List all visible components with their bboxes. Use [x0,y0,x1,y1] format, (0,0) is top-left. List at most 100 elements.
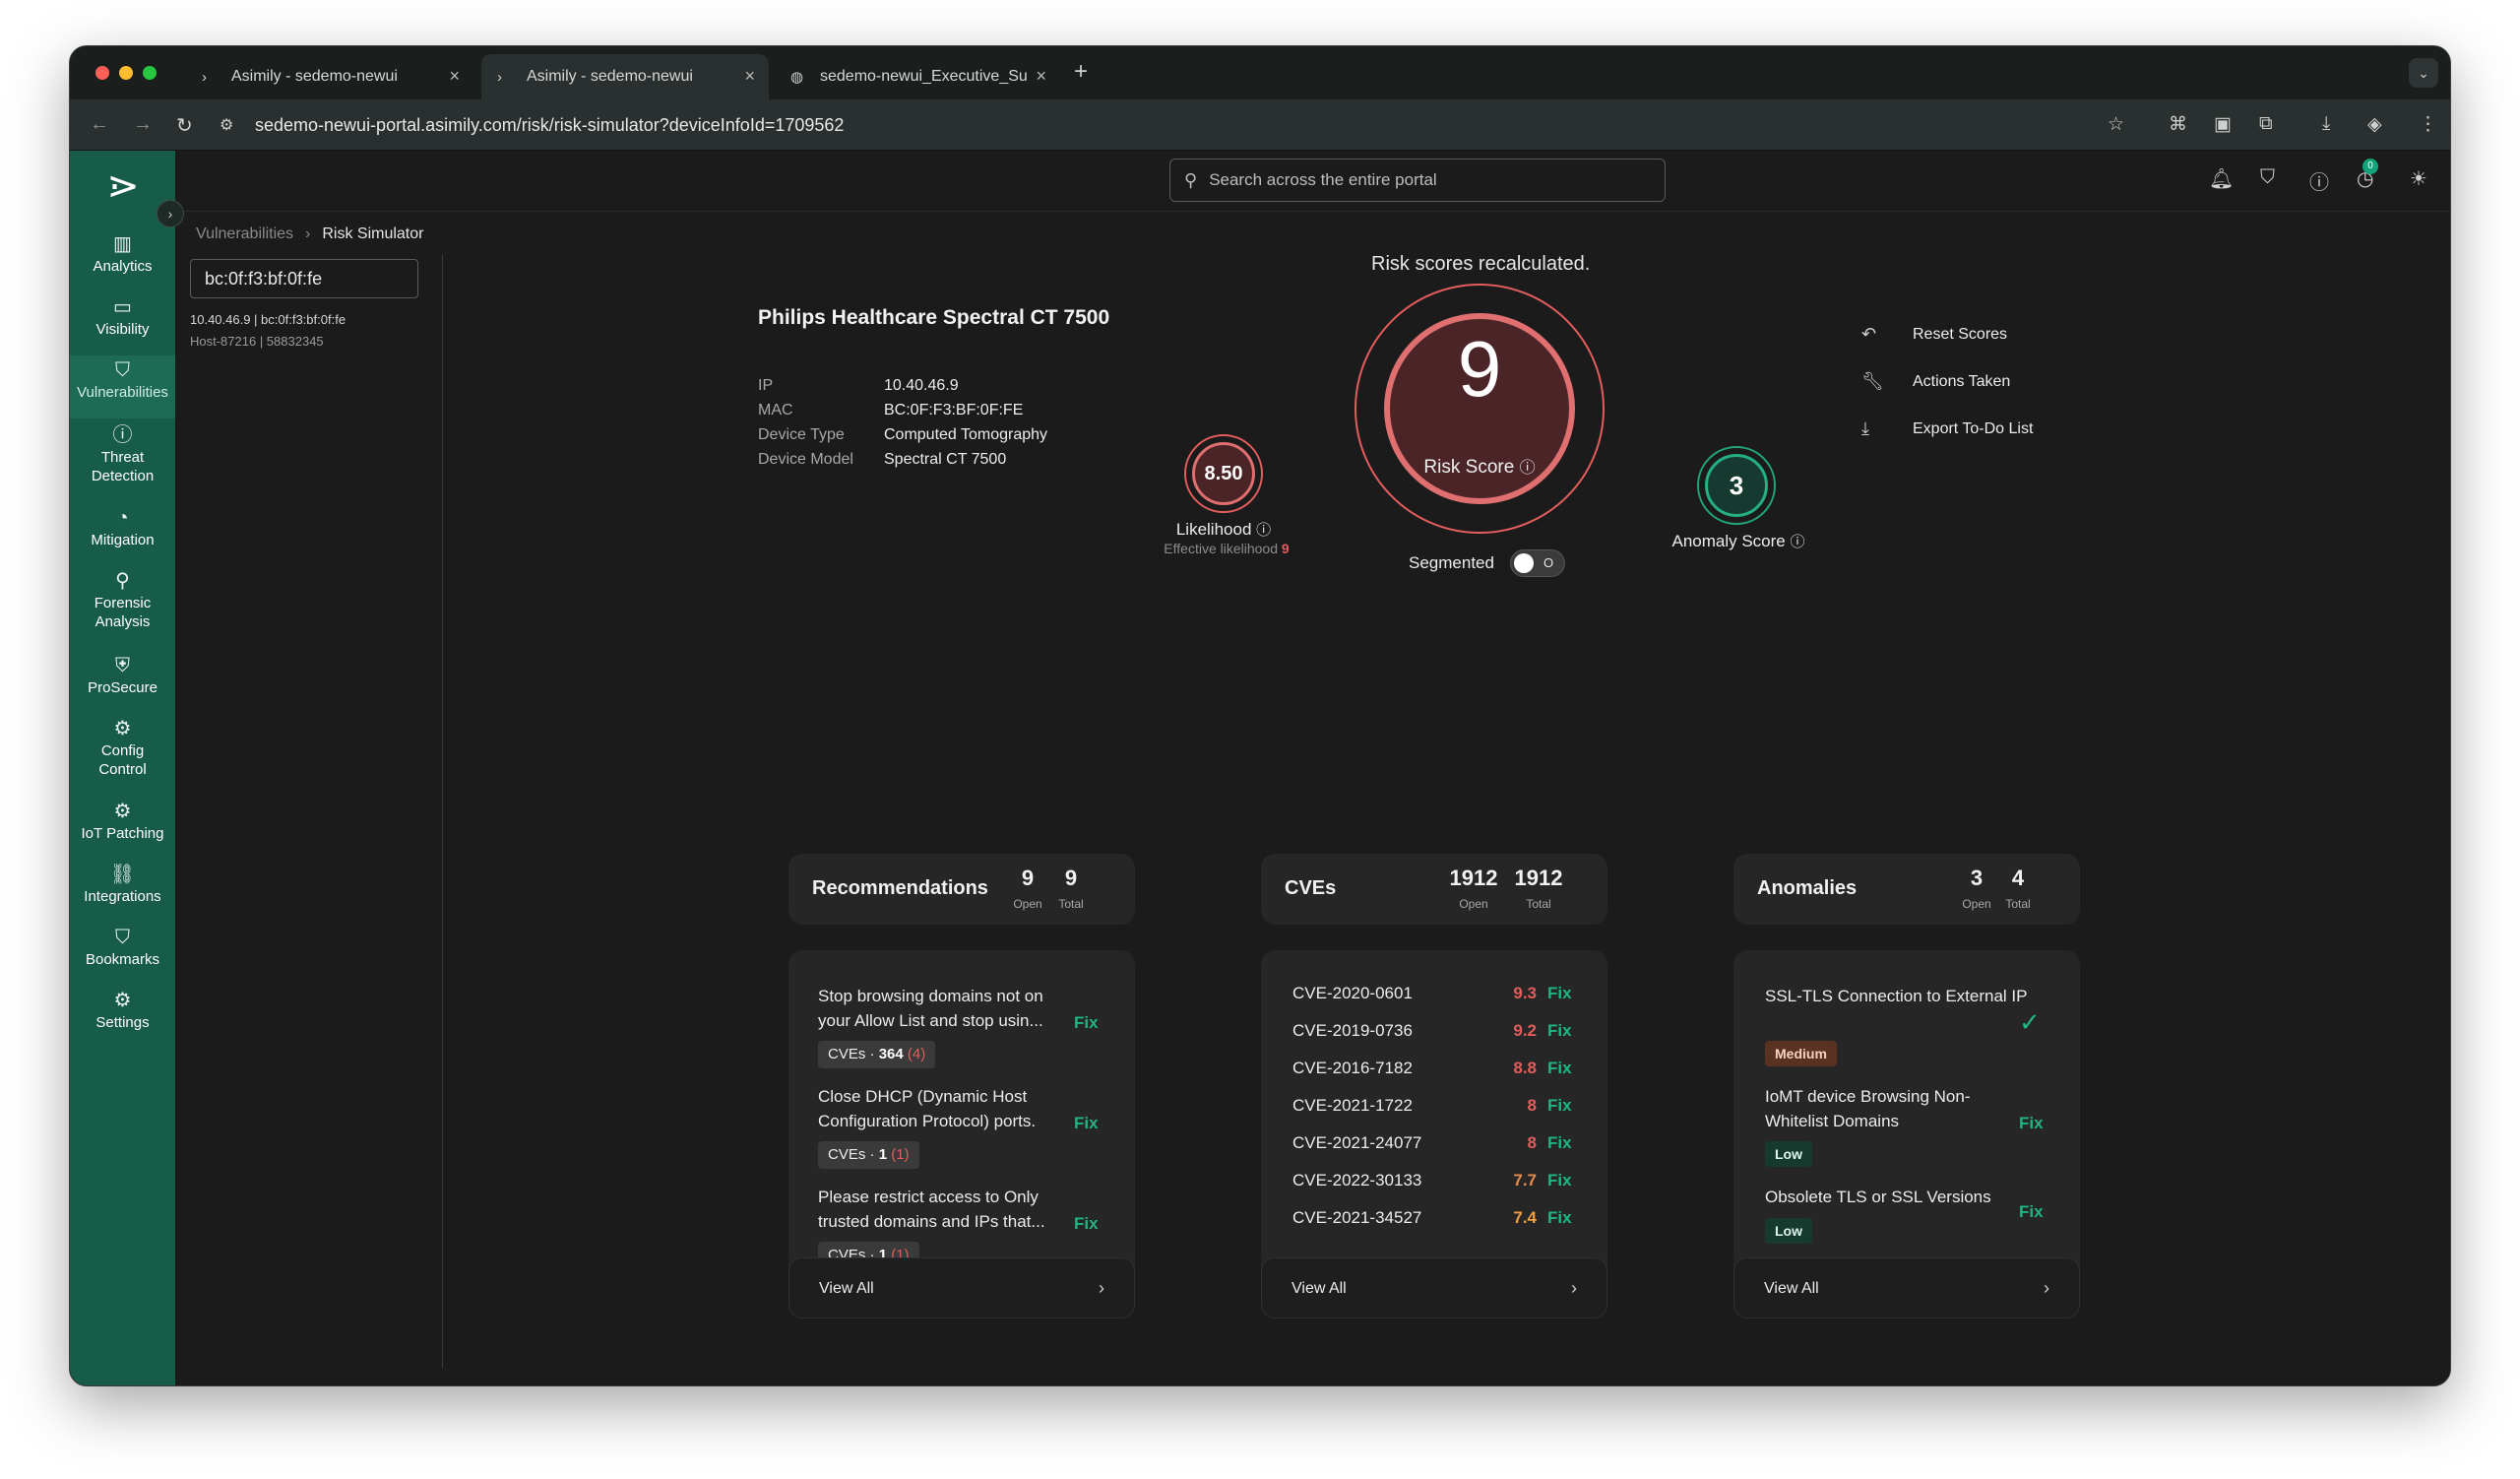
sidebar-item-threat-detection[interactable]: ⓘ Threat Detection [70,420,175,501]
view-all-recommendations-button[interactable]: View All › [788,1257,1135,1318]
actions-taken-button[interactable]: 🔧︎ Actions Taken [1861,371,2010,392]
fix-button[interactable]: Fix [1074,1214,1099,1234]
list-item[interactable]: Obsolete TLS or SSL Versions [1765,1185,2011,1209]
device-field-model: Device Model Spectral CT 7500 [758,451,1007,468]
browser-tab-3[interactable]: ◍ sedemo-newui_Executive_Su × [775,54,1060,99]
anomaly-score-label: Anomaly Score ⓘ [1671,532,1805,550]
list-item[interactable]: Close DHCP (Dynamic Host Configuration P… [818,1084,1064,1133]
device-field-ip: IP 10.40.46.9 [758,377,959,394]
fix-button[interactable]: Fix [1547,1096,1572,1116]
sidebar-item-settings[interactable]: ⚙ Settings [70,986,175,1047]
minimize-window-button[interactable] [119,66,133,80]
view-all-cves-button[interactable]: View All › [1261,1257,1607,1318]
browser-tab-1[interactable]: › Asimily - sedemo-newui × [186,54,473,99]
sidebar-item-analytics[interactable]: ▥ Analytics [70,229,175,290]
fix-button[interactable]: Fix [1547,1171,1572,1190]
reset-scores-button[interactable]: ↶ Reset Scores [1861,324,2007,345]
device-search-input[interactable]: bc:0f:f3:bf:0f:fe [190,259,418,298]
fix-button[interactable]: Fix [1547,1059,1572,1078]
sidebar-item-visibility[interactable]: ▭ Visibility [70,292,175,354]
cve-id[interactable]: CVE-2022-30133 [1292,1171,1421,1190]
sidebar-item-forensic-analysis[interactable]: ⚲ Forensic Analysis [70,566,175,647]
back-arrow-icon[interactable]: ← [90,113,109,136]
fix-button[interactable]: Fix [1074,1013,1099,1033]
fix-button[interactable]: Fix [1547,1208,1572,1228]
cves-header[interactable]: CVEs 1912 1912 Open Total [1261,854,1607,925]
close-tab-icon[interactable]: × [744,66,755,87]
fix-button[interactable]: Fix [1547,984,1572,1003]
cve-id[interactable]: CVE-2016-7182 [1292,1059,1413,1078]
fix-button[interactable]: Fix [2019,1202,2044,1222]
export-todo-button[interactable]: ⤓ Export To-Do List [1861,418,2033,439]
severity-badge-low: Low [1765,1218,1812,1244]
tab-label: Asimily - sedemo-newui [527,68,693,85]
info-icon[interactable]: ⓘ [1520,460,1536,477]
extensions-puzzle-icon[interactable]: ⧉ [2259,113,2273,135]
list-item[interactable]: Stop browsing domains not on your Allow … [818,984,1064,1033]
fix-button[interactable]: Fix [1547,1021,1572,1041]
recommendations-card: Stop browsing domains not on your Allow … [788,950,1135,1318]
cve-id[interactable]: CVE-2019-0736 [1292,1021,1413,1041]
sidebar-item-integrations[interactable]: ⛓ Integrations [70,860,175,921]
extension-icon-1[interactable]: ⌘ [2169,113,2187,136]
total-count: 1912 [1514,866,1563,890]
maximize-window-button[interactable] [143,66,157,80]
fix-button[interactable]: Fix [1074,1114,1099,1133]
sidebar-collapse-chevron-icon[interactable]: › [157,200,184,227]
info-icon[interactable]: ⓘ [1256,522,1271,539]
settings-icon: ⚙ [113,990,132,1011]
list-item[interactable]: IoMT device Browsing Non-Whitelist Domai… [1765,1084,2011,1133]
top-bar: ⚲ Search across the entire portal 🔔︎ ⛉ ⓘ… [175,151,2450,212]
global-search-input[interactable]: ⚲ Search across the entire portal [1169,159,1666,202]
download-icon[interactable]: ⤓ [2322,113,2330,135]
cve-id[interactable]: CVE-2020-0601 [1292,984,1413,1003]
forward-arrow-icon[interactable]: → [133,113,153,136]
view-all-anomalies-button[interactable]: View All › [1733,1257,2080,1318]
list-item[interactable]: Please restrict access to Only trusted d… [818,1185,1064,1234]
cve-score: 9.2 [1513,1021,1537,1040]
checkmark-icon: ✓ [2019,1007,2041,1037]
new-tab-button[interactable]: + [1074,58,1088,86]
browser-menu-icon[interactable]: ⋮ [2419,113,2437,136]
close-tab-icon[interactable]: × [1036,66,1046,87]
cve-id[interactable]: CVE-2021-1722 [1292,1096,1413,1116]
profile-extension-icon[interactable]: ◈ [2367,113,2382,136]
sidebar-item-prosecure[interactable]: ⛨ ProSecure [70,651,175,712]
device-list-item-host[interactable]: Host-87216 | 58832345 [190,334,324,349]
segmented-toggle[interactable]: O [1510,549,1565,577]
close-window-button[interactable] [95,66,109,80]
info-icon[interactable]: ⓘ [2309,166,2329,195]
cve-id[interactable]: CVE-2021-24077 [1292,1133,1421,1153]
recommendations-header[interactable]: Recommendations 9 9 Open Total [788,854,1135,925]
bookmark-star-icon[interactable]: ☆ [2108,113,2124,136]
browser-tab-2[interactable]: › Asimily - sedemo-newui × [481,54,769,99]
sidebar-item-config-control[interactable]: ⚙ Config Control [70,714,175,795]
anomalies-header[interactable]: Anomalies 3 4 Open Total [1733,854,2080,925]
fix-button[interactable]: Fix [2019,1114,2044,1133]
breadcrumb-parent[interactable]: Vulnerabilities [196,225,293,243]
url-field[interactable]: ⚙ sedemo-newui-portal.asimily.com/risk/r… [220,109,2188,141]
list-item[interactable]: SSL-TLS Connection to External IP [1765,984,2031,1008]
fix-button[interactable]: Fix [1547,1133,1572,1153]
cve-score: 7.7 [1513,1171,1537,1190]
reload-icon[interactable]: ↻ [176,113,193,138]
toggle-state: O [1544,555,1554,570]
bell-icon[interactable]: 🔔︎ [2209,166,2234,191]
info-icon[interactable]: ⓘ [1791,534,1805,550]
sidebar-item-vulnerabilities[interactable]: ⛉ Vulnerabilities [70,355,175,418]
cve-id[interactable]: CVE-2021-34527 [1292,1208,1421,1228]
asimily-logo-icon[interactable]: ⋗ [99,162,147,210]
device-list-item-address[interactable]: 10.40.46.9 | bc:0f:f3:bf:0f:fe [190,312,346,327]
risk-score-value: 9 [1457,325,1502,413]
monitor-icon: ▭ [113,296,132,318]
sidebar-item-bookmarks[interactable]: ⛉ Bookmarks [70,923,175,984]
site-settings-icon[interactable]: ⚙ [220,115,255,135]
risk-score-label: Risk Score ⓘ [1423,457,1536,478]
bookmark-icon[interactable]: ⛉ [2260,166,2275,189]
close-tab-icon[interactable]: × [449,66,460,87]
tab-search-chevron-icon[interactable]: ⌄ [2409,58,2438,88]
sidebar-item-mitigation[interactable]: ◔ Mitigation [70,503,175,564]
theme-sun-icon[interactable]: ☀ [2410,166,2427,191]
sidebar-item-iot-patching[interactable]: ⚙ IoT Patching [70,797,175,858]
extension-icon-2[interactable]: ▣ [2214,113,2232,136]
